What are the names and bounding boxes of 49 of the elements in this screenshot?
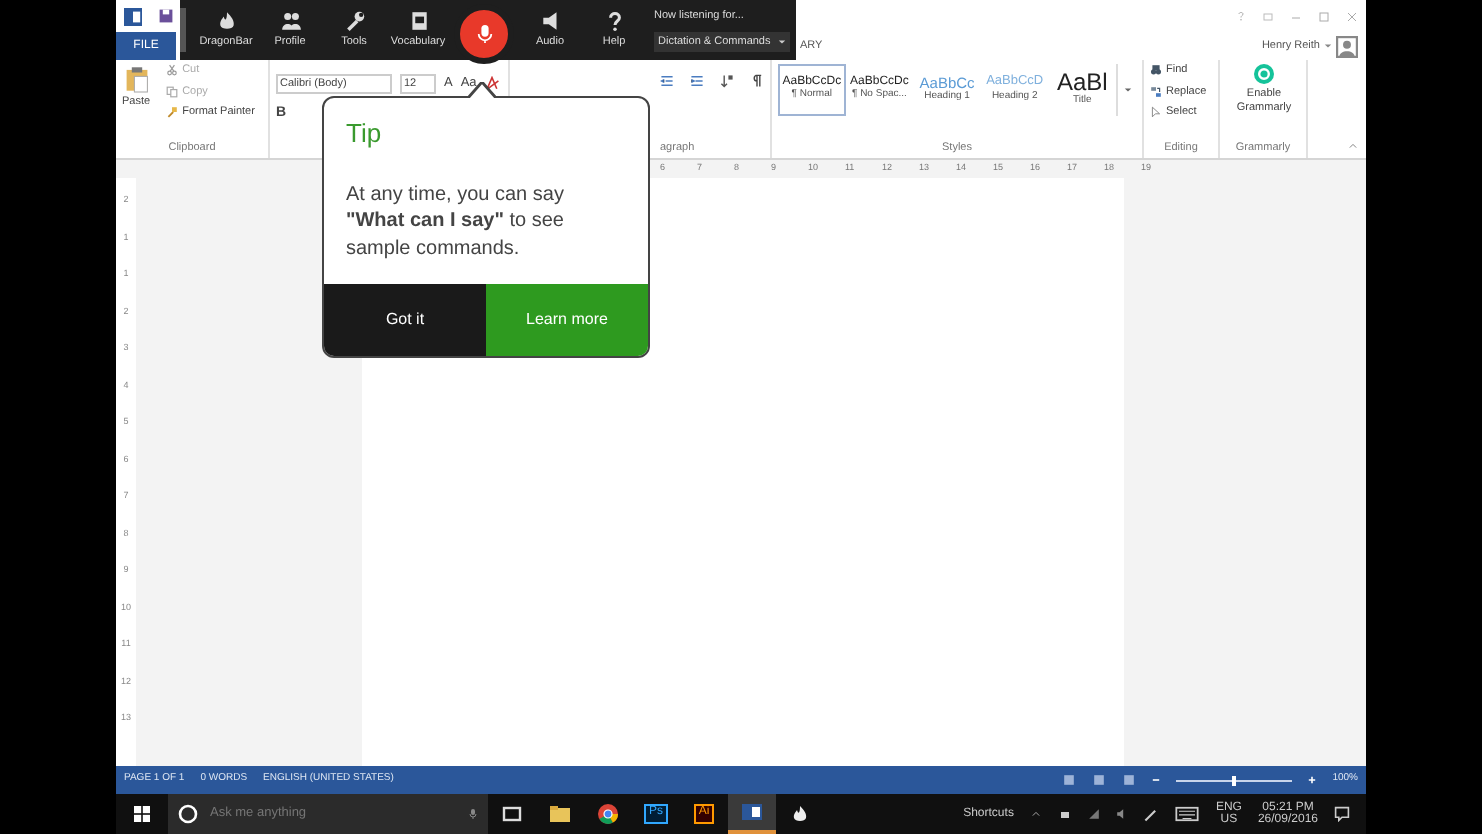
increase-indent-icon[interactable] (690, 74, 704, 88)
keyboard-icon[interactable] (1173, 806, 1200, 822)
cortana-icon (178, 804, 198, 824)
caret-icon (778, 38, 787, 47)
network-icon[interactable] (1087, 808, 1100, 820)
grip-icon[interactable] (180, 8, 186, 52)
windows-logo-icon (134, 806, 150, 822)
avatar-icon[interactable] (1336, 35, 1358, 57)
microphone-icon[interactable] (468, 806, 478, 822)
caret-icon (1123, 86, 1132, 94)
decrease-indent-icon[interactable] (660, 74, 674, 88)
flame-icon (215, 9, 237, 32)
folder-icon (550, 804, 570, 824)
word-icon[interactable] (124, 7, 142, 25)
replace-icon (1150, 85, 1162, 98)
speaker-icon (539, 9, 561, 32)
zoom-out-icon[interactable] (1152, 776, 1161, 784)
task-view-icon (502, 804, 522, 824)
word-icon (742, 802, 762, 822)
battery-icon[interactable] (1057, 809, 1072, 819)
chrome-icon (598, 804, 618, 824)
tip-text: At any time, you can say "What can I say" to see sample commands. (344, 181, 566, 263)
binoculars-icon (1150, 64, 1162, 77)
sort-icon[interactable] (720, 74, 734, 88)
web-layout-icon[interactable] (1122, 774, 1137, 786)
learn-more-button[interactable]: Learn more (486, 284, 648, 356)
microphone-icon (475, 22, 493, 46)
pilcrow-icon[interactable] (750, 74, 764, 88)
read-mode-icon[interactable] (1062, 774, 1077, 786)
people-icon (279, 9, 301, 32)
tip-title: Tip (344, 116, 384, 152)
caret-icon[interactable] (1324, 42, 1332, 50)
dismiss-button[interactable]: Got it (324, 284, 486, 356)
zoom-in-icon[interactable] (1308, 776, 1317, 784)
scissors-icon (166, 64, 179, 77)
save-icon[interactable] (158, 8, 174, 24)
pen-icon[interactable] (1143, 807, 1158, 821)
book-icon (407, 9, 429, 32)
volume-icon[interactable] (1115, 808, 1128, 820)
copy-icon (166, 85, 179, 98)
notifications-icon[interactable] (1334, 806, 1350, 822)
cursor-icon (1150, 106, 1162, 119)
taskbar-app[interactable] (728, 794, 776, 834)
question-icon (603, 9, 625, 32)
print-layout-icon[interactable] (1092, 774, 1107, 786)
paintbrush-icon (166, 106, 179, 119)
wrench-icon (343, 9, 365, 32)
flame-icon (790, 804, 810, 824)
chevron-up-icon[interactable] (1029, 810, 1042, 818)
